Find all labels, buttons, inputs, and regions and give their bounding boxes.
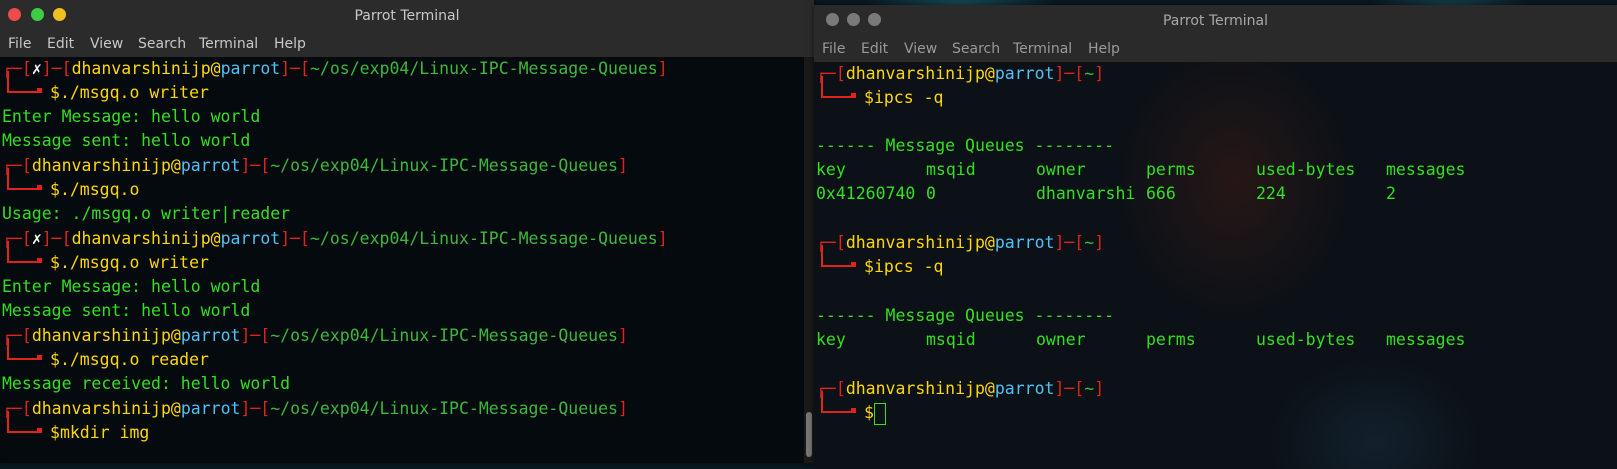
text-cursor [873, 402, 886, 425]
menu-edit[interactable]: Edit [47, 36, 74, 52]
prompt-arrow-icon [851, 262, 856, 267]
col-header-perms: perms [1146, 330, 1196, 349]
menu-edit[interactable]: Edit [861, 41, 888, 57]
prompt-line: ┌─[dhanvarshinijp@parrot]─[~/os/exp04/Li… [2, 399, 628, 418]
prompt-line: ┌─[dhanvarshinijp@parrot]─[~] [816, 64, 1105, 83]
command-line: $ipcs -q [864, 88, 944, 107]
output-line: Enter Message: hello world [2, 277, 261, 296]
menu-help[interactable]: Help [1088, 41, 1120, 57]
prompt-connector [7, 338, 39, 360]
command-line: $mkdir img [50, 423, 150, 442]
window-title: Parrot Terminal [354, 8, 460, 24]
menu-view[interactable]: View [90, 36, 123, 52]
prompt-line: ┌─[dhanvarshinijp@parrot]─[~] [816, 233, 1105, 252]
prompt-connector [7, 411, 39, 433]
command-line: $./msgq.o writer [50, 253, 209, 272]
titlebar[interactable]: Parrot Terminal [814, 5, 1617, 37]
col-header-msqid: msqid [926, 330, 976, 349]
prompt-connector [7, 168, 39, 190]
prompt-arrow-icon [37, 428, 42, 433]
command-line: $./msgq.o writer [50, 83, 209, 102]
menu-help[interactable]: Help [274, 36, 306, 52]
menu-terminal[interactable]: Terminal [1013, 41, 1072, 57]
cell-perms: 666 [1146, 184, 1176, 203]
prompt-connector [821, 245, 853, 267]
terminal-output[interactable]: ┌─[dhanvarshinijp@parrot]─[~] $ipcs -q -… [814, 62, 1617, 469]
prompt-connector [7, 241, 39, 263]
col-header-owner: owner [1036, 160, 1086, 179]
prompt-line: ┌─[✗]─[dhanvarshinijp@parrot]─[~/os/exp0… [2, 229, 668, 248]
scrollbar-thumb[interactable] [806, 412, 812, 457]
col-header-messages: messages [1386, 160, 1466, 179]
prompt-line: ┌─[✗]─[dhanvarshinijp@parrot]─[~/os/exp0… [2, 59, 668, 78]
menu-file[interactable]: File [8, 36, 31, 52]
prompt-arrow-icon [37, 355, 42, 360]
prompt-arrow-icon [851, 408, 856, 413]
col-header-messages: messages [1386, 330, 1466, 349]
menu-bar: File Edit View Search Terminal Help [0, 32, 814, 57]
prompt-arrow-icon [37, 258, 42, 263]
col-header-owner: owner [1036, 330, 1086, 349]
menu-bar: File Edit View Search Terminal Help [814, 37, 1617, 62]
col-header-msqid: msqid [926, 160, 976, 179]
command-line[interactable]: $ [864, 401, 886, 425]
prompt-arrow-icon [851, 93, 856, 98]
cell-used-bytes: 224 [1256, 184, 1286, 203]
cell-msqid: 0 [926, 184, 936, 203]
scrollbar[interactable] [804, 57, 814, 463]
col-header-perms: perms [1146, 160, 1196, 179]
output-line: Enter Message: hello world [2, 107, 261, 126]
menu-terminal[interactable]: Terminal [199, 36, 258, 52]
prompt-connector [7, 71, 39, 93]
cell-owner: dhanvarshi [1036, 184, 1136, 203]
output-line: Message received: hello world [2, 374, 291, 393]
prompt-line: ┌─[dhanvarshinijp@parrot]─[~/os/exp04/Li… [2, 326, 628, 345]
command-line: $ipcs -q [864, 257, 944, 276]
menu-file[interactable]: File [822, 41, 845, 57]
cell-key: 0x41260740 [816, 184, 916, 203]
output-line: Usage: ./msgq.o writer|reader [2, 204, 291, 223]
prompt-connector [821, 391, 853, 413]
section-header: ------ Message Queues -------- [816, 306, 1115, 325]
prompt-line: ┌─[dhanvarshinijp@parrot]─[~/os/exp04/Li… [2, 156, 628, 175]
output-line: Message sent: hello world [2, 301, 251, 320]
terminal-window-left[interactable]: Parrot Terminal File Edit View Search Te… [0, 0, 814, 463]
command-line: $./msgq.o [50, 180, 140, 199]
titlebar[interactable]: Parrot Terminal [0, 0, 814, 32]
col-header-key: key [816, 330, 846, 349]
prompt-connector [821, 76, 853, 98]
prompt-arrow-icon [37, 88, 42, 93]
output-line: Message sent: hello world [2, 131, 251, 150]
cell-messages: 2 [1386, 184, 1396, 203]
col-header-key: key [816, 160, 846, 179]
prompt-line: ┌─[dhanvarshinijp@parrot]─[~] [816, 379, 1105, 398]
menu-search[interactable]: Search [952, 41, 1000, 57]
section-header: ------ Message Queues -------- [816, 136, 1115, 155]
prompt-arrow-icon [37, 185, 42, 190]
command-line: $./msgq.o reader [50, 350, 209, 369]
menu-search[interactable]: Search [138, 36, 186, 52]
terminal-output[interactable]: ┌─[✗]─[dhanvarshinijp@parrot]─[~/os/exp0… [0, 57, 814, 463]
col-header-used-bytes: used-bytes [1256, 160, 1356, 179]
col-header-used-bytes: used-bytes [1256, 330, 1356, 349]
window-title: Parrot Terminal [1162, 13, 1269, 29]
menu-view[interactable]: View [904, 41, 937, 57]
terminal-window-right[interactable]: Parrot Terminal File Edit View Search Te… [814, 5, 1617, 469]
